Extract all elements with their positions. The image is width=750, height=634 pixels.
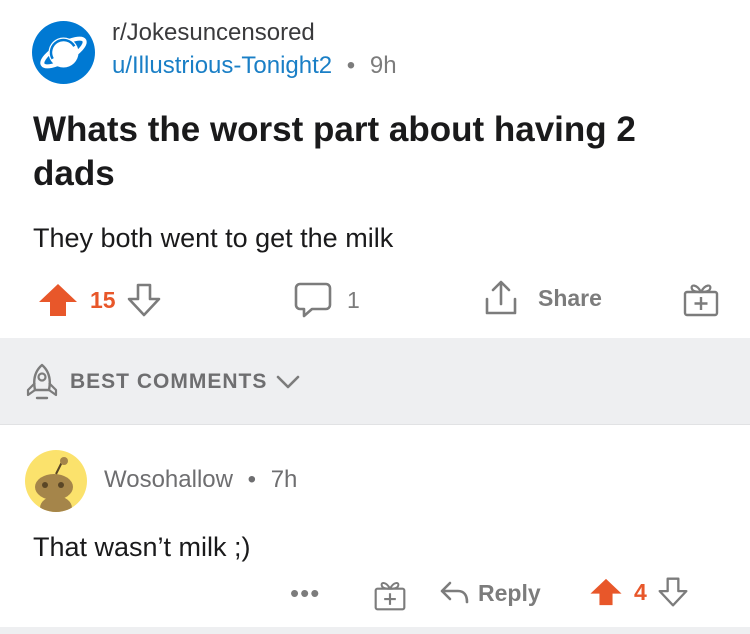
upvote-icon[interactable] [588, 576, 624, 608]
post-age: 9h [369, 52, 397, 79]
comment-body: That wasn’t milk ;) [33, 532, 251, 562]
comments-button[interactable]: 1 [293, 281, 360, 319]
reply-label: Reply [478, 579, 541, 606]
post-actions: 15 1 Share [0, 270, 750, 330]
sort-label: BEST COMMENTS [70, 370, 268, 393]
award-button[interactable] [682, 280, 720, 318]
comment-age: 7h [270, 466, 298, 493]
bottom-divider [0, 627, 750, 634]
post-score: 15 [90, 286, 116, 313]
chevron-down-icon [277, 375, 300, 389]
rocket-icon [26, 363, 58, 400]
post-body: They both went to get the milk [33, 223, 394, 253]
comment-author[interactable]: Wosohallow [104, 466, 233, 493]
comment-count: 1 [347, 286, 360, 313]
post-vote-group: 15 [36, 282, 162, 318]
sort-dropdown[interactable]: BEST COMMENTS [24, 362, 301, 402]
comment-score: 4 [634, 578, 647, 605]
downvote-icon[interactable] [657, 576, 689, 608]
comment-actions: ••• Reply 4 [0, 572, 750, 620]
upvote-icon[interactable] [36, 282, 80, 318]
comment-bubble-icon [294, 282, 332, 318]
share-icon [485, 280, 517, 315]
comments-sort-bar: BEST COMMENTS [0, 338, 750, 425]
reply-button[interactable]: Reply [438, 578, 541, 608]
reply-arrow-icon [440, 581, 469, 604]
comment-award-button[interactable] [373, 578, 407, 612]
meta-separator: • [346, 52, 356, 79]
subreddit-name[interactable]: r/Jokesuncensored [112, 19, 315, 47]
planet-icon [40, 36, 87, 69]
comment-vote-group: 4 [588, 576, 689, 608]
post-meta: u/Illustrious-Tonight2 • 9h [112, 52, 397, 80]
more-options-button[interactable]: ••• [290, 578, 320, 609]
snoo-avatar-icon [35, 457, 73, 512]
comment-meta-separator: • [247, 466, 257, 493]
post-author[interactable]: u/Illustrious-Tonight2 [112, 52, 332, 79]
share-label: Share [538, 284, 602, 311]
post-title[interactable]: Whats the worst part about having 2 dads [33, 108, 713, 196]
comment-meta: Wosohallow • 7h [104, 466, 297, 494]
share-button[interactable]: Share [482, 279, 602, 317]
subreddit-avatar[interactable] [32, 21, 95, 84]
gift-icon [683, 284, 719, 317]
post-header: r/Jokesuncensored u/Illustrious-Tonight2… [32, 16, 732, 86]
downvote-icon[interactable] [126, 282, 162, 318]
gift-icon [374, 582, 406, 611]
commenter-avatar[interactable] [25, 450, 87, 512]
